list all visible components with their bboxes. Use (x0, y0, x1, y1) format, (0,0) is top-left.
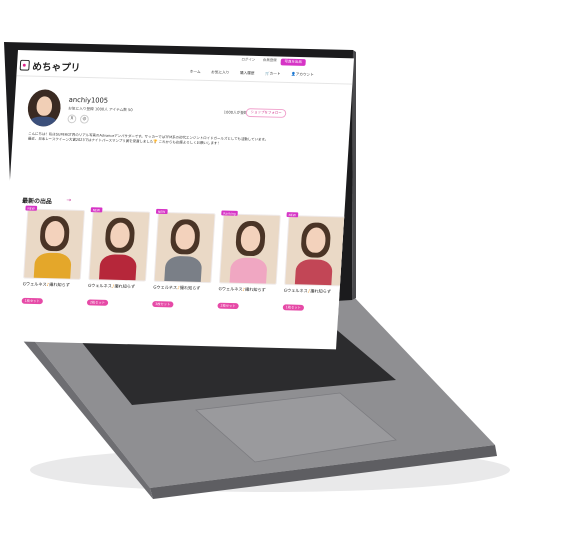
listing-photo[interactable] (284, 215, 347, 287)
listing-title[interactable]: Gウェルネス♪撮れ知らず (218, 286, 276, 293)
nav-home[interactable]: ホーム (190, 69, 201, 75)
social-icons: X ◎ (67, 114, 89, 124)
listing-title[interactable]: Gウェルネス♪撮れ知らず (88, 283, 146, 290)
listing-photo[interactable] (153, 211, 216, 284)
logo-icon (19, 59, 30, 71)
follow-shop-button[interactable]: ショップをフォロー (245, 108, 287, 118)
login-link[interactable]: ログイン (241, 58, 255, 63)
listing-badge: NEW (286, 212, 298, 218)
set-count-tag: 3枚セット (152, 300, 174, 307)
sell-photo-button[interactable]: 写真を出品 (280, 58, 306, 66)
register-link[interactable]: 会員登録 (263, 58, 277, 63)
laptop-mockup: めちゃプリ ログイン 会員登録 お知らせ 写真を出品 ホーム お気に入り 購入履… (0, 0, 578, 544)
set-count-tag: 1枚セット (282, 303, 304, 311)
listing-title[interactable]: Gウェルネス♪撮れ知らず (23, 281, 81, 288)
nav-favorites[interactable]: お気に入り (211, 69, 230, 75)
listing-badge: NEW (155, 208, 168, 215)
main-nav: ホーム お気に入り 購入履歴 🛒カート 👤アカウント (190, 69, 314, 78)
listing-card[interactable]: Ranking Gウェルネス♪撮れ知らず 2枚セット (217, 210, 281, 314)
set-count-tag: 1枚セット (21, 297, 43, 304)
x-icon[interactable]: X (67, 114, 77, 124)
nav-purchase-history[interactable]: 購入履歴 (240, 70, 255, 76)
profile-stats: お気に入り登録 1000人 アイテム数 50 (68, 105, 133, 113)
set-count-tag: 2枚セット (217, 302, 239, 309)
instagram-icon[interactable]: ◎ (79, 114, 89, 124)
listing-badge: Ranking (221, 210, 238, 216)
listing-cards: NEW Gウェルネス♪撮れ知らず 1枚セット NEW Gウェルネス♪撮れ知らず 2枚セット… (21, 205, 347, 316)
arrow-right-icon[interactable]: → (66, 197, 71, 204)
listing-title[interactable]: Gウェルネス♪撮れ知らず (153, 285, 211, 292)
latest-listings-title: 最新の出品 (21, 197, 53, 206)
listing-card[interactable]: NEW Gウェルネス♪撮れ知らず 1枚セット (21, 205, 86, 309)
listing-badge: NEW (25, 205, 37, 211)
listing-photo[interactable] (88, 210, 151, 282)
profile-section: anchiy1005 お気に入り登録 1000人 アイテム数 50 X ◎ 10… (21, 89, 347, 146)
site-logo[interactable]: めちゃプリ (19, 58, 81, 74)
nav-cart[interactable]: 🛒カート (265, 71, 281, 77)
profile-bio: こんにちは！私はSUPERGT界のリアル写真のAdvanceアンバサダーです。サ… (28, 132, 317, 149)
listing-photo[interactable] (218, 213, 281, 285)
nav-account[interactable]: 👤アカウント (291, 71, 314, 77)
listing-card[interactable]: NEW Gウェルネス♪撮れ知らず 2枚セット (86, 207, 151, 311)
logo-text: めちゃプリ (31, 62, 81, 74)
follower-count: 1000人が登録 (223, 109, 248, 115)
listing-photo[interactable] (23, 208, 86, 280)
set-count-tag: 2枚セット (86, 298, 109, 306)
listing-card[interactable]: NEW Gウェルネス♪撮れ知らず 3枚セット (151, 208, 216, 313)
laptop-screen: めちゃプリ ログイン 会員登録 お知らせ 写真を出品 ホーム お気に入り 購入履… (0, 50, 354, 350)
listing-card[interactable]: NEW Gウェルネス♪撮れ知らず 1枚セット (282, 212, 347, 316)
avatar (26, 89, 62, 127)
listing-badge: NEW (90, 207, 103, 213)
listing-title[interactable]: Gウェルネス♪撮れ知らず (284, 288, 342, 295)
username: anchiy1005 (68, 95, 109, 105)
